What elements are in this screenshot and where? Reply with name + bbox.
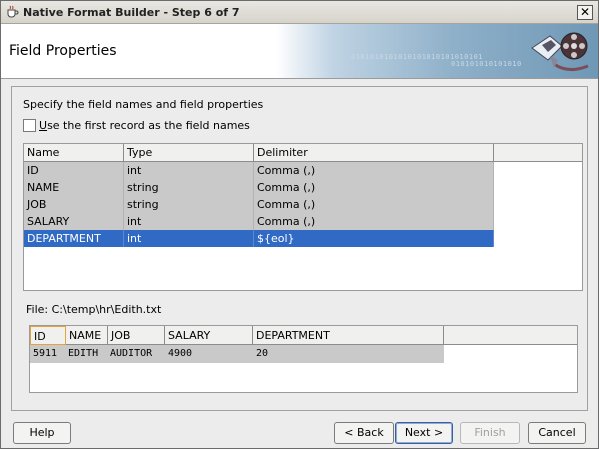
- file-path-label: File: C:\temp\hr\Edith.txt: [26, 303, 162, 316]
- window-title: Native Format Builder - Step 6 of 7: [23, 6, 240, 19]
- preview-row[interactable]: 5911 EDITH AUDITOR 4900 20: [30, 345, 444, 363]
- table-row[interactable]: SALARY int Comma (,): [24, 213, 494, 230]
- field-properties-panel: Specify the field names and field proper…: [11, 86, 588, 411]
- preview-header-department[interactable]: DEPARTMENT: [253, 326, 444, 345]
- header-filler: [494, 144, 582, 162]
- preview-header-id[interactable]: ID: [30, 326, 66, 345]
- help-button-label: Help: [29, 426, 55, 439]
- title-bar[interactable]: Native Format Builder - Step 6 of 7 ✕: [1, 1, 598, 24]
- table-row[interactable]: JOB string Comma (,): [24, 196, 494, 213]
- preview-cell-department: 20: [256, 348, 269, 359]
- table-row[interactable]: NAME string Comma (,): [24, 179, 494, 196]
- first-record-label-text: se the first record as the field names: [47, 119, 250, 132]
- next-button[interactable]: Next >: [395, 422, 453, 444]
- preview-header-salary[interactable]: SALARY: [165, 326, 253, 345]
- cell-type[interactable]: int: [124, 230, 254, 247]
- cancel-button[interactable]: Cancel: [528, 422, 586, 444]
- cancel-button-label: Cancel: [538, 426, 576, 439]
- cell-delimiter[interactable]: ${eol}: [254, 230, 494, 247]
- table-row[interactable]: ID int Comma (,): [24, 162, 494, 179]
- cell-type[interactable]: int: [124, 162, 254, 179]
- finish-button-label: Finish: [474, 426, 506, 439]
- preview-cell-name: EDITH: [68, 348, 99, 359]
- page-title: Field Properties: [9, 43, 117, 59]
- column-header-name[interactable]: Name: [24, 144, 124, 162]
- fields-table-header: Name Type Delimiter: [24, 144, 494, 162]
- preview-cell-job: AUDITOR: [110, 348, 153, 359]
- data-preview-table[interactable]: ID NAME JOB SALARY DEPARTMENT 5911 EDITH…: [29, 325, 578, 393]
- close-button[interactable]: ✕: [577, 5, 593, 20]
- back-button-label: < Back: [344, 426, 384, 439]
- preview-header-name[interactable]: NAME: [66, 326, 108, 345]
- cell-name[interactable]: ID: [24, 162, 124, 179]
- finish-button[interactable]: Finish: [460, 422, 520, 444]
- film-reel-logo-icon: [531, 32, 589, 71]
- cell-delimiter[interactable]: Comma (,): [254, 162, 494, 179]
- preview-table-header: ID NAME JOB SALARY DEPARTMENT: [30, 326, 444, 345]
- binary-text-decoration-2: 010101010101010: [451, 60, 522, 68]
- dialog-window: Native Format Builder - Step 6 of 7 ✕ Fi…: [0, 0, 599, 449]
- cell-type[interactable]: string: [124, 179, 254, 196]
- help-button[interactable]: Help: [13, 422, 71, 444]
- column-header-delimiter[interactable]: Delimiter: [254, 144, 494, 162]
- table-row-selected[interactable]: DEPARTMENT int ${eol}: [24, 230, 494, 247]
- preview-cell-salary: 4900: [168, 348, 193, 359]
- column-header-type[interactable]: Type: [124, 144, 254, 162]
- wizard-header: Field Properties 01010101010101010101010…: [1, 24, 598, 79]
- cell-name[interactable]: NAME: [24, 179, 124, 196]
- fields-table[interactable]: Name Type Delimiter ID int Comma (,) NAM…: [23, 143, 583, 291]
- first-record-checkbox[interactable]: [23, 119, 36, 132]
- cell-delimiter[interactable]: Comma (,): [254, 213, 494, 230]
- preview-header-job[interactable]: JOB: [108, 326, 165, 345]
- instructions-text: Specify the field names and field proper…: [23, 98, 264, 111]
- cell-type[interactable]: string: [124, 196, 254, 213]
- cell-name[interactable]: JOB: [24, 196, 124, 213]
- next-button-label: Next >: [404, 426, 444, 439]
- preview-cell-id: 5911: [33, 348, 58, 359]
- close-icon: ✕: [579, 5, 591, 19]
- header-banner-art: 0101010101010101010101010101 01010101010…: [276, 24, 598, 78]
- app-icon: [5, 5, 19, 19]
- first-record-label[interactable]: Use the first record as the field names: [39, 119, 250, 132]
- back-button[interactable]: < Back: [334, 422, 394, 444]
- preview-header-filler: [444, 326, 577, 345]
- first-record-label-mnemonic: U: [39, 119, 48, 132]
- cell-delimiter[interactable]: Comma (,): [254, 196, 494, 213]
- cell-type[interactable]: int: [124, 213, 254, 230]
- cell-name[interactable]: DEPARTMENT: [24, 230, 124, 247]
- cell-name[interactable]: SALARY: [24, 213, 124, 230]
- cell-delimiter[interactable]: Comma (,): [254, 179, 494, 196]
